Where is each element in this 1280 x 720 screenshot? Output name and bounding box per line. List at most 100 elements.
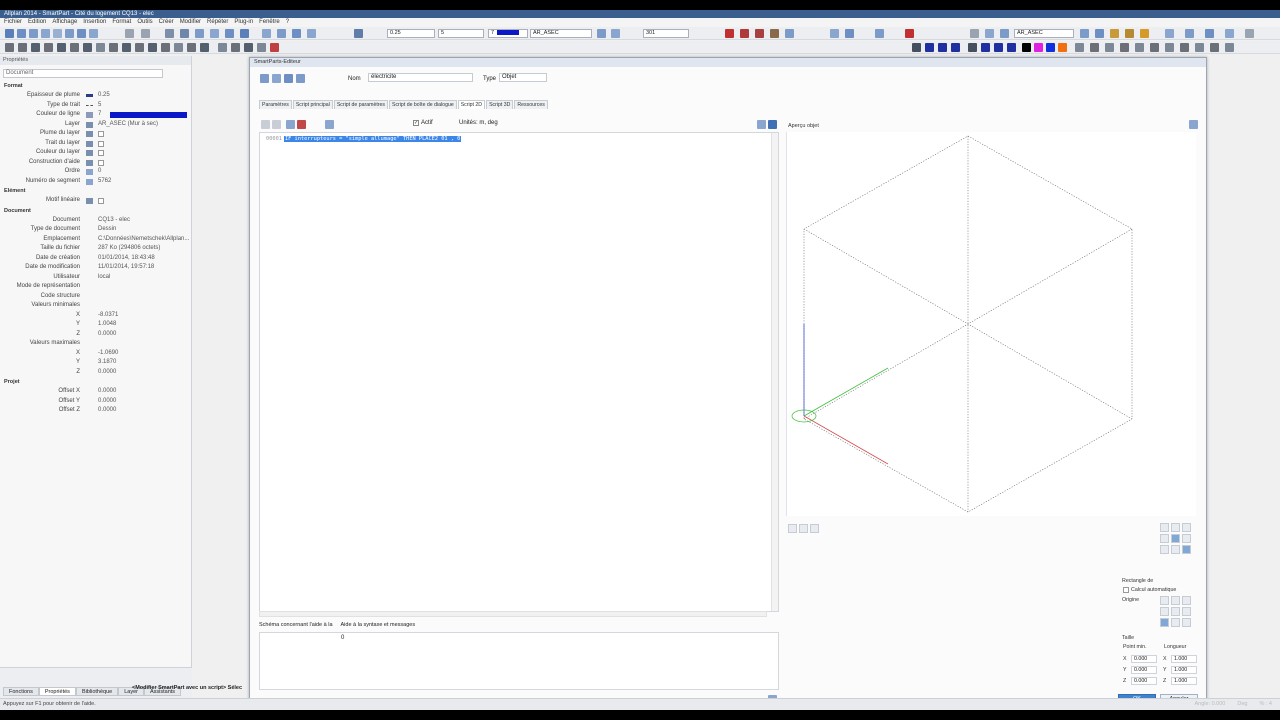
cube-icon[interactable] — [1080, 29, 1089, 38]
polyline-icon[interactable] — [18, 43, 27, 52]
door-icon[interactable] — [148, 43, 157, 52]
section-format[interactable]: Format — [0, 82, 191, 91]
view-s-icon[interactable] — [1171, 545, 1180, 554]
light-icon[interactable] — [1140, 29, 1149, 38]
origin-ml-icon[interactable] — [1160, 607, 1169, 616]
section-icon[interactable] — [218, 43, 227, 52]
code-line-1[interactable]: 00001 IF interrupteurs = "simple allumage… — [266, 136, 462, 142]
message-box[interactable]: 0 — [259, 632, 779, 690]
options-icon[interactable] — [985, 29, 994, 38]
print-layout-icon[interactable] — [1165, 29, 1174, 38]
prop-construction[interactable]: Construction d'aide — [0, 158, 191, 168]
check-script-icon[interactable] — [757, 120, 766, 129]
insert-icon[interactable] — [286, 120, 295, 129]
view-w-icon[interactable] — [1160, 534, 1169, 543]
min-x-input[interactable]: 0.000 — [1131, 655, 1157, 663]
help-icon[interactable] — [1225, 29, 1234, 38]
actif-checkbox[interactable]: ✓ — [413, 120, 419, 126]
view-ne-icon[interactable] — [1182, 523, 1191, 532]
layer-select[interactable]: AR_ASEC — [530, 29, 592, 38]
wall-icon[interactable] — [135, 43, 144, 52]
layer-icon[interactable] — [210, 29, 219, 38]
origin-br-icon[interactable] — [1182, 618, 1191, 627]
symbol-char-icon[interactable] — [1210, 43, 1219, 52]
color-orange-icon[interactable] — [1058, 43, 1067, 52]
red-pen-icon[interactable] — [725, 29, 734, 38]
view3d-icon[interactable] — [244, 43, 253, 52]
text-icon[interactable] — [31, 43, 40, 52]
mirror-icon[interactable] — [875, 29, 884, 38]
origin-bl-icon[interactable] — [1160, 618, 1169, 627]
menu-help[interactable]: ? — [286, 18, 289, 27]
properties-object-combo[interactable]: Document — [3, 69, 163, 78]
line-color-select[interactable]: 7 — [488, 29, 528, 38]
cut-icon[interactable] — [65, 29, 74, 38]
import-icon[interactable] — [1205, 29, 1214, 38]
dialog-save-icon[interactable] — [284, 74, 293, 83]
view-iso-icon[interactable] — [1171, 534, 1180, 543]
info-icon[interactable] — [1000, 29, 1009, 38]
circle-icon[interactable] — [57, 43, 66, 52]
origin-tr-icon[interactable] — [1182, 596, 1191, 605]
code-text[interactable]: IF interrupteurs = "simple allumage" THE… — [283, 136, 462, 142]
prop-layer-color[interactable]: Couleur du layer — [0, 148, 191, 158]
print-icon[interactable] — [41, 29, 50, 38]
prop-line-type[interactable]: Type de trait 5 — [0, 101, 191, 111]
layer-select-right[interactable]: AR_ASEC — [1014, 29, 1074, 38]
rotate-icon[interactable] — [845, 29, 854, 38]
dialog-saveas-icon[interactable] — [296, 74, 305, 83]
tab-script-boite-dialogue[interactable]: Script de boîte de dialogue — [389, 100, 457, 109]
prop-segment-number[interactable]: Numéro de segment 5762 — [0, 177, 191, 187]
view-nw-icon[interactable] — [1160, 523, 1169, 532]
text-style-a-icon[interactable] — [912, 43, 921, 52]
stair-icon[interactable] — [187, 43, 196, 52]
window-icon[interactable] — [277, 29, 286, 38]
snap-icon[interactable] — [240, 29, 249, 38]
tile-icon[interactable] — [292, 29, 301, 38]
menu-insertion[interactable]: Insertion — [83, 18, 106, 27]
remove-icon[interactable] — [297, 120, 306, 129]
redraw-icon[interactable] — [270, 43, 279, 52]
copy-icon[interactable] — [77, 29, 86, 38]
editor-vscroll[interactable] — [771, 133, 778, 611]
preview-zoom-icon[interactable] — [788, 524, 797, 533]
menu-plugin[interactable]: Plug-in — [234, 18, 253, 27]
prop-layer-line[interactable]: Trait du layer — [0, 139, 191, 149]
tab-proprietes[interactable]: Propriétés — [38, 687, 76, 696]
open-icon[interactable] — [17, 29, 26, 38]
origin-bc-icon[interactable] — [1171, 618, 1180, 627]
bold-icon[interactable] — [925, 43, 934, 52]
indent-icon[interactable] — [1105, 43, 1114, 52]
menu-fichier[interactable]: Fichier — [4, 18, 22, 27]
frame-icon[interactable] — [262, 29, 271, 38]
italic-icon[interactable] — [938, 43, 947, 52]
prop-layer-pen[interactable]: Plume du layer — [0, 129, 191, 139]
layer-pen-checkbox[interactable] — [98, 131, 104, 137]
new-icon[interactable] — [5, 29, 14, 38]
section-element[interactable]: Elément — [0, 187, 191, 196]
color-black-icon[interactable] — [1022, 43, 1031, 52]
save-icon[interactable] — [29, 29, 38, 38]
pen-thickness-select[interactable]: 0.25 — [387, 29, 435, 38]
symbol-icon[interactable] — [109, 43, 118, 52]
font-a-icon[interactable] — [968, 43, 977, 52]
tab-ressources[interactable]: Ressources — [514, 100, 548, 109]
preview-pan-icon[interactable] — [799, 524, 808, 533]
menu-modifier[interactable]: Modifier — [180, 18, 201, 27]
line-type-select[interactable]: 5 — [438, 29, 484, 38]
hatch-icon[interactable] — [83, 43, 92, 52]
numbering-icon[interactable] — [1135, 43, 1144, 52]
preview-settings-icon[interactable] — [1189, 120, 1198, 129]
menu-creer[interactable]: Créer — [159, 18, 174, 27]
list-icon[interactable] — [1120, 43, 1129, 52]
align-icon[interactable] — [1075, 43, 1084, 52]
texture-icon[interactable] — [1125, 29, 1134, 38]
render-icon[interactable] — [257, 43, 266, 52]
font-d-icon[interactable] — [1007, 43, 1016, 52]
line-pattern-checkbox[interactable] — [98, 198, 104, 204]
tab-help-schema[interactable]: Schéma concernant l'aide à la — [259, 622, 333, 628]
smartpart-icon[interactable] — [122, 43, 131, 52]
measure-icon[interactable] — [755, 29, 764, 38]
section-document[interactable]: Document — [0, 207, 191, 216]
preview-fit-icon[interactable] — [810, 524, 819, 533]
